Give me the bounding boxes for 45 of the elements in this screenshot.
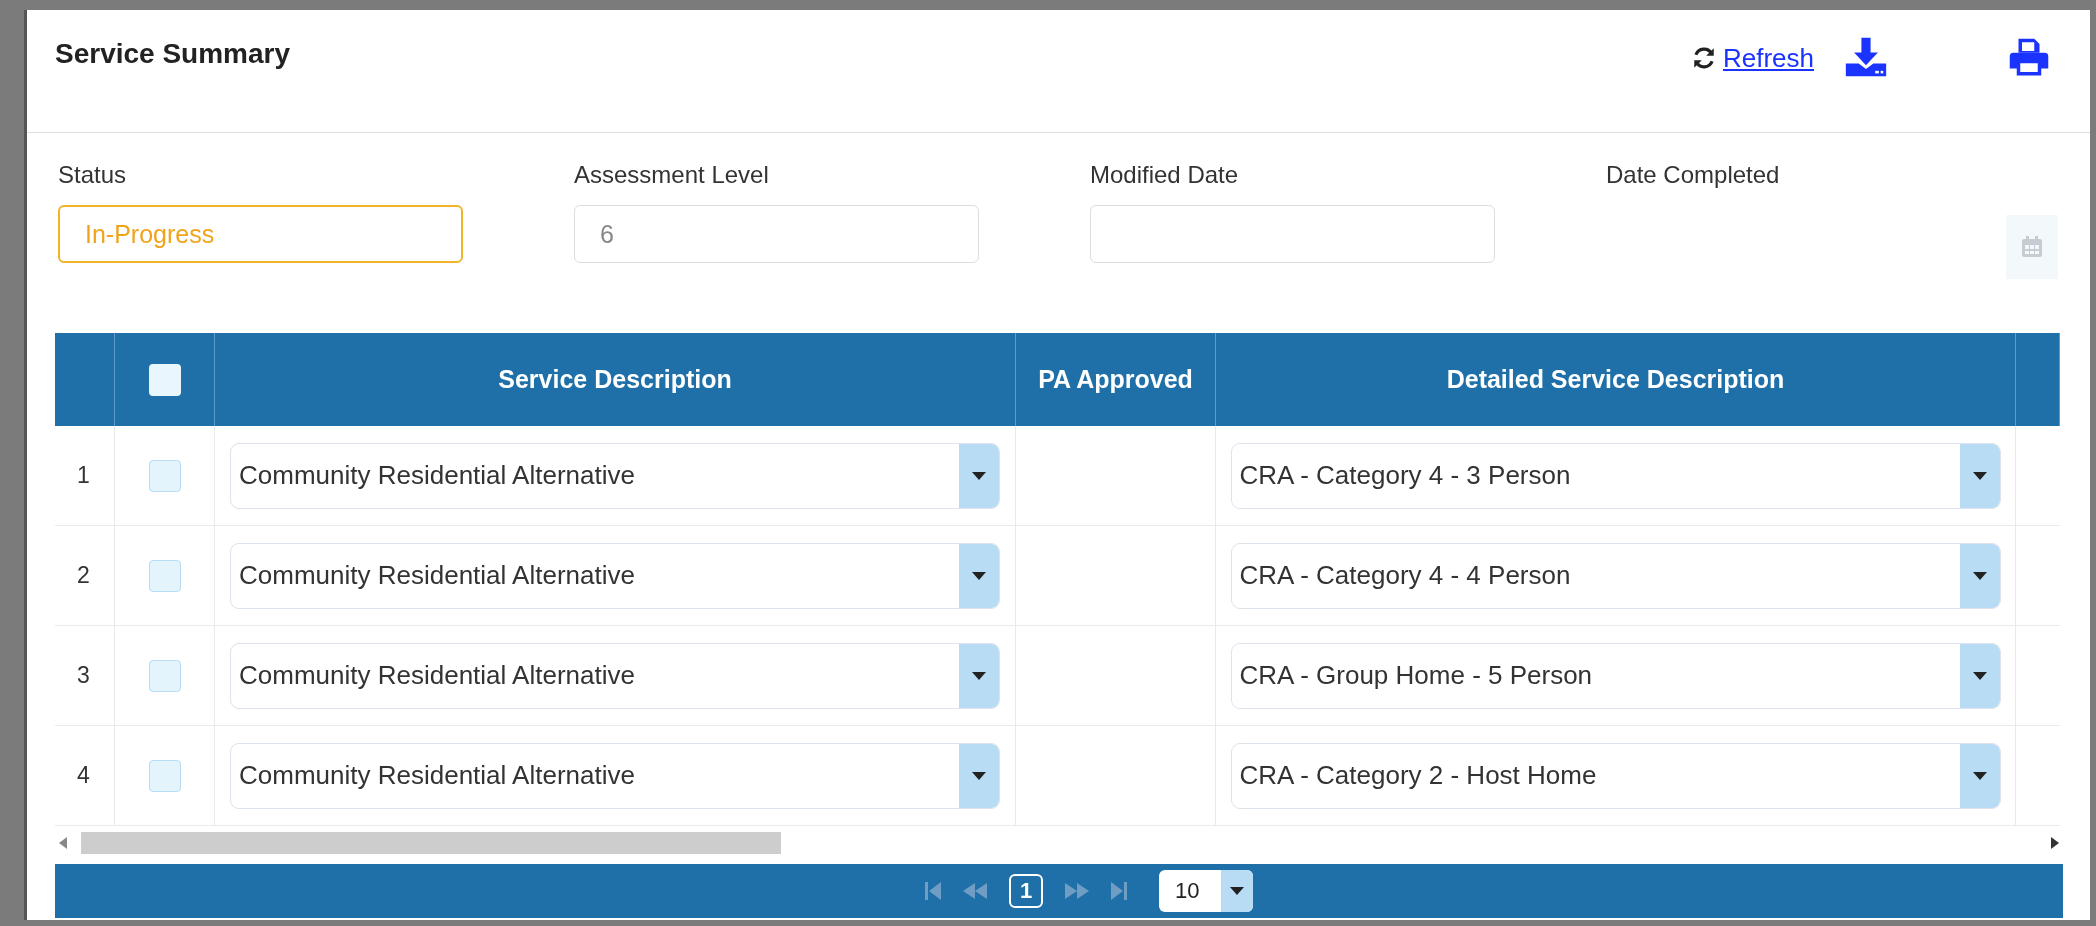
row-checkbox[interactable] <box>148 459 181 492</box>
dropdown-field[interactable]: CRA - Group Home - 5 Person <box>1230 642 2001 709</box>
caret-icon <box>1230 887 1244 895</box>
row-number: 2 <box>55 526 115 626</box>
row-number: 4 <box>55 726 115 826</box>
caret-icon <box>972 771 986 780</box>
page-size-dropdown[interactable]: 10 <box>1159 870 1253 912</box>
column-header[interactable]: PA Approved <box>1016 333 1216 426</box>
dropdown-field[interactable]: Community Residential Alternative <box>230 742 1000 809</box>
scroll-left-icon[interactable] <box>59 837 67 849</box>
dropdown-field[interactable]: CRA - Category 4 - 4 Person <box>1230 542 2001 609</box>
dropdown-field[interactable]: Community Residential Alternative <box>230 642 1000 709</box>
caret-icon <box>972 671 986 680</box>
scrollbar-thumb[interactable] <box>81 832 781 854</box>
caret-icon <box>972 471 986 480</box>
dropdown-field[interactable]: Community Residential Alternative <box>230 442 1000 509</box>
page-button[interactable]: 1 <box>1009 874 1043 908</box>
scroll-right-icon[interactable] <box>2051 837 2059 849</box>
column-header[interactable]: Service Description <box>215 333 1016 426</box>
caret-icon <box>1972 571 1987 580</box>
caret-icon <box>1972 771 1987 780</box>
field-label: Assessment Level <box>574 161 770 189</box>
row-checkbox[interactable] <box>148 759 181 792</box>
calendar-button[interactable] <box>2006 215 2058 279</box>
caret-icon <box>1972 471 1987 480</box>
input-field[interactable] <box>1090 205 1495 263</box>
row-checkbox[interactable] <box>148 659 181 692</box>
row-number: 1 <box>55 426 115 526</box>
field-label: Status <box>58 161 128 189</box>
select-all-checkbox[interactable] <box>148 363 181 396</box>
row-checkbox[interactable] <box>148 559 181 592</box>
row-number: 3 <box>55 626 115 726</box>
caret-icon <box>972 571 986 580</box>
page-title: Service Summary <box>55 38 291 70</box>
calendar-icon <box>2020 235 2044 259</box>
print-icon[interactable] <box>2008 37 2050 79</box>
column-header[interactable]: Detailed Service Description <box>1216 333 2016 426</box>
dropdown-field[interactable]: CRA - Category 4 - 3 Person <box>1230 442 2001 509</box>
field-label: Date Completed <box>1606 161 1781 189</box>
dropdown-field[interactable]: CRA - Category 2 - Host Home <box>1230 742 2001 809</box>
dropdown-field[interactable]: Community Residential Alternative <box>230 542 1000 609</box>
input-field[interactable]: 6 <box>574 205 979 263</box>
caret-icon <box>1972 671 1987 680</box>
refresh-link[interactable]: Refresh <box>1690 42 1814 74</box>
field-label: Modified Date <box>1090 161 1240 189</box>
